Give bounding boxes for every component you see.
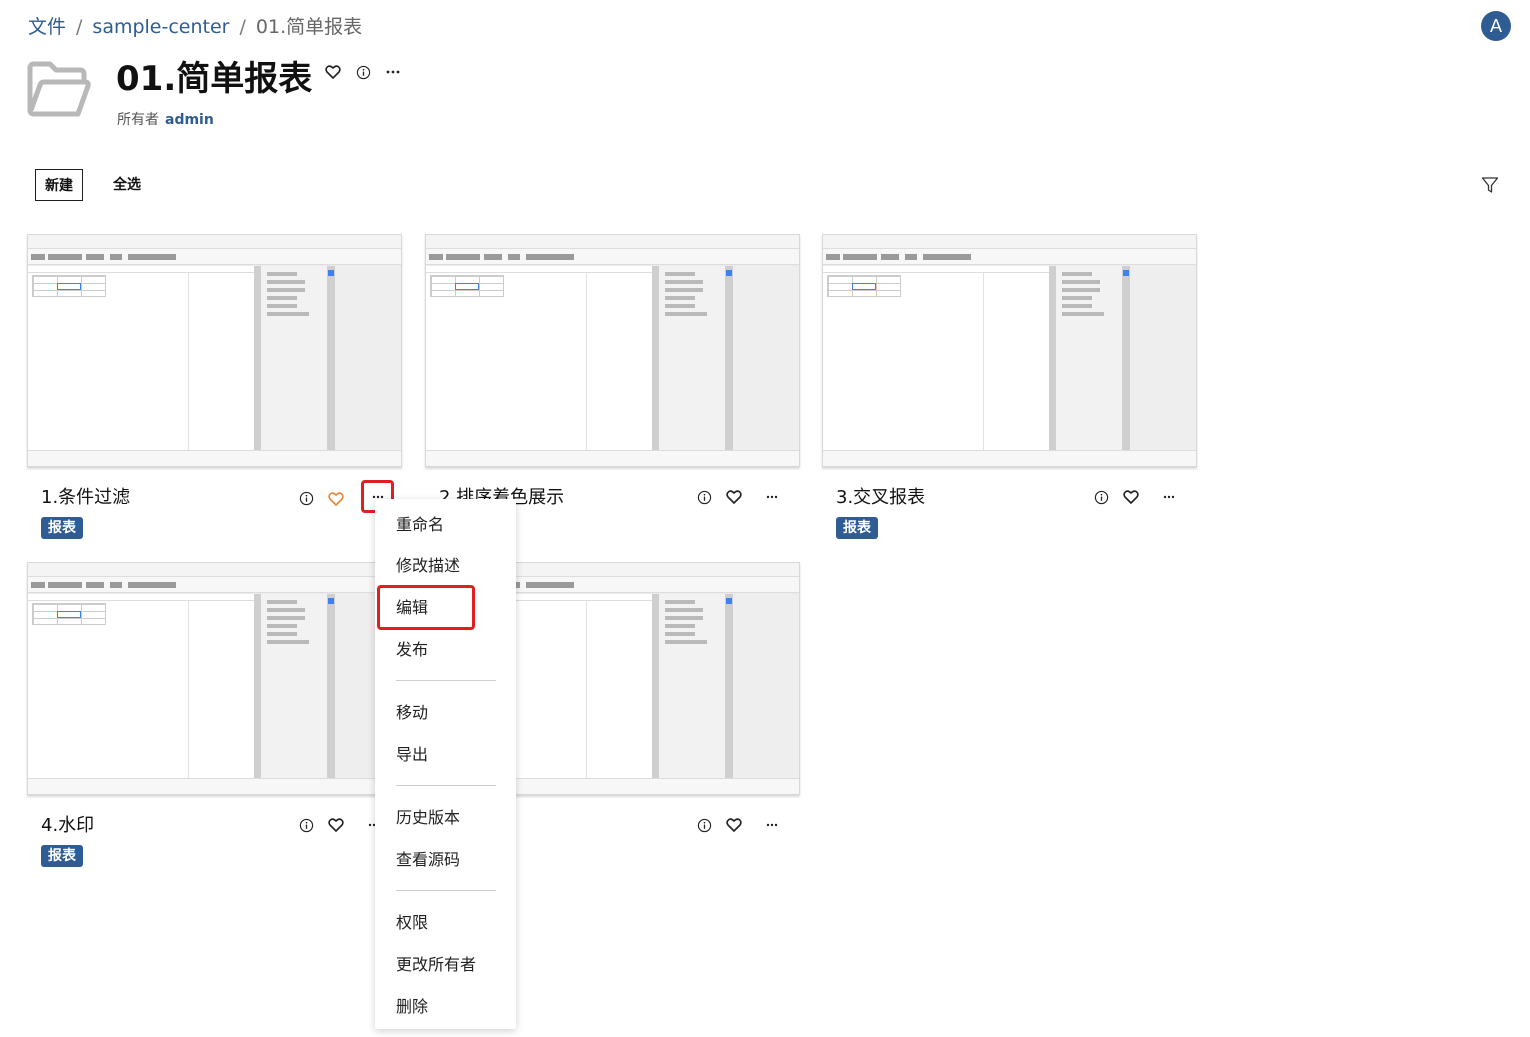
report-thumbnail[interactable] [822,234,1197,467]
menu-divider [396,785,496,786]
info-icon[interactable] [297,490,315,508]
type-badge: 报表 [41,845,83,867]
card-title[interactable]: 3.交叉报表 [836,486,925,510]
card-actions [1092,484,1182,510]
type-badge: 报表 [836,517,878,539]
info-icon[interactable] [354,62,372,82]
heart-icon[interactable] [324,62,342,82]
more-icon[interactable] [759,484,785,510]
info-icon[interactable] [695,488,713,506]
breadcrumb-separator: / [76,16,83,38]
menu-item-export[interactable]: 导出 [396,744,428,766]
info-icon[interactable] [297,816,315,834]
breadcrumb-current: 01.简单报表 [255,16,363,38]
more-icon[interactable] [1156,484,1182,510]
menu-item-view-source[interactable]: 查看源码 [396,849,460,871]
context-menu: 重命名 修改描述 编辑 发布 移动 导出 历史版本 查看源码 权限 更改所有者 … [375,499,516,1029]
breadcrumb-separator: / [239,16,246,38]
heart-icon[interactable] [327,490,345,508]
menu-item-delete[interactable]: 删除 [396,996,428,1018]
info-icon[interactable] [695,816,713,834]
menu-item-rename[interactable]: 重命名 [396,514,444,536]
page-title: 01.简单报表 [116,59,313,99]
menu-item-edit-description[interactable]: 修改描述 [396,555,460,577]
owner-name-link[interactable]: admin [165,112,214,128]
menu-divider [396,680,496,681]
report-thumbnail[interactable] [27,562,402,795]
heart-icon[interactable] [327,816,345,834]
owner-label: 所有者 [117,112,159,128]
menu-item-publish[interactable]: 发布 [396,639,428,661]
info-icon[interactable] [1092,488,1110,506]
menu-item-change-owner[interactable]: 更改所有者 [396,954,476,976]
more-icon[interactable] [384,62,402,82]
menu-item-history[interactable]: 历史版本 [396,807,460,829]
card-actions [695,812,785,838]
menu-item-move[interactable]: 移动 [396,702,428,724]
folder-icon [27,61,91,117]
heart-icon[interactable] [725,816,743,834]
card-title[interactable]: 1.条件过滤 [41,486,130,510]
heart-icon[interactable] [725,488,743,506]
heart-icon[interactable] [1122,488,1140,506]
new-button[interactable]: 新建 [35,169,83,201]
menu-item-edit[interactable]: 编辑 [396,597,428,619]
breadcrumb: 文件 / sample-center / 01.简单报表 [28,14,362,40]
user-avatar[interactable]: A [1481,11,1511,41]
title-actions [324,62,402,82]
filter-icon[interactable] [1481,176,1499,194]
menu-divider [396,890,496,891]
breadcrumb-parent-link[interactable]: sample-center [92,14,229,40]
type-badge: 报表 [41,517,83,539]
menu-item-permissions[interactable]: 权限 [396,912,428,934]
more-icon[interactable] [759,812,785,838]
breadcrumb-root-link[interactable]: 文件 [28,14,66,40]
owner-info: 所有者 admin [117,110,214,130]
report-thumbnail[interactable] [425,234,800,467]
card-actions [695,484,785,510]
card-title[interactable]: 4.水印 [41,814,94,838]
report-thumbnail[interactable] [27,234,402,467]
select-all-button[interactable]: 全选 [113,176,141,194]
card-actions [297,812,387,838]
